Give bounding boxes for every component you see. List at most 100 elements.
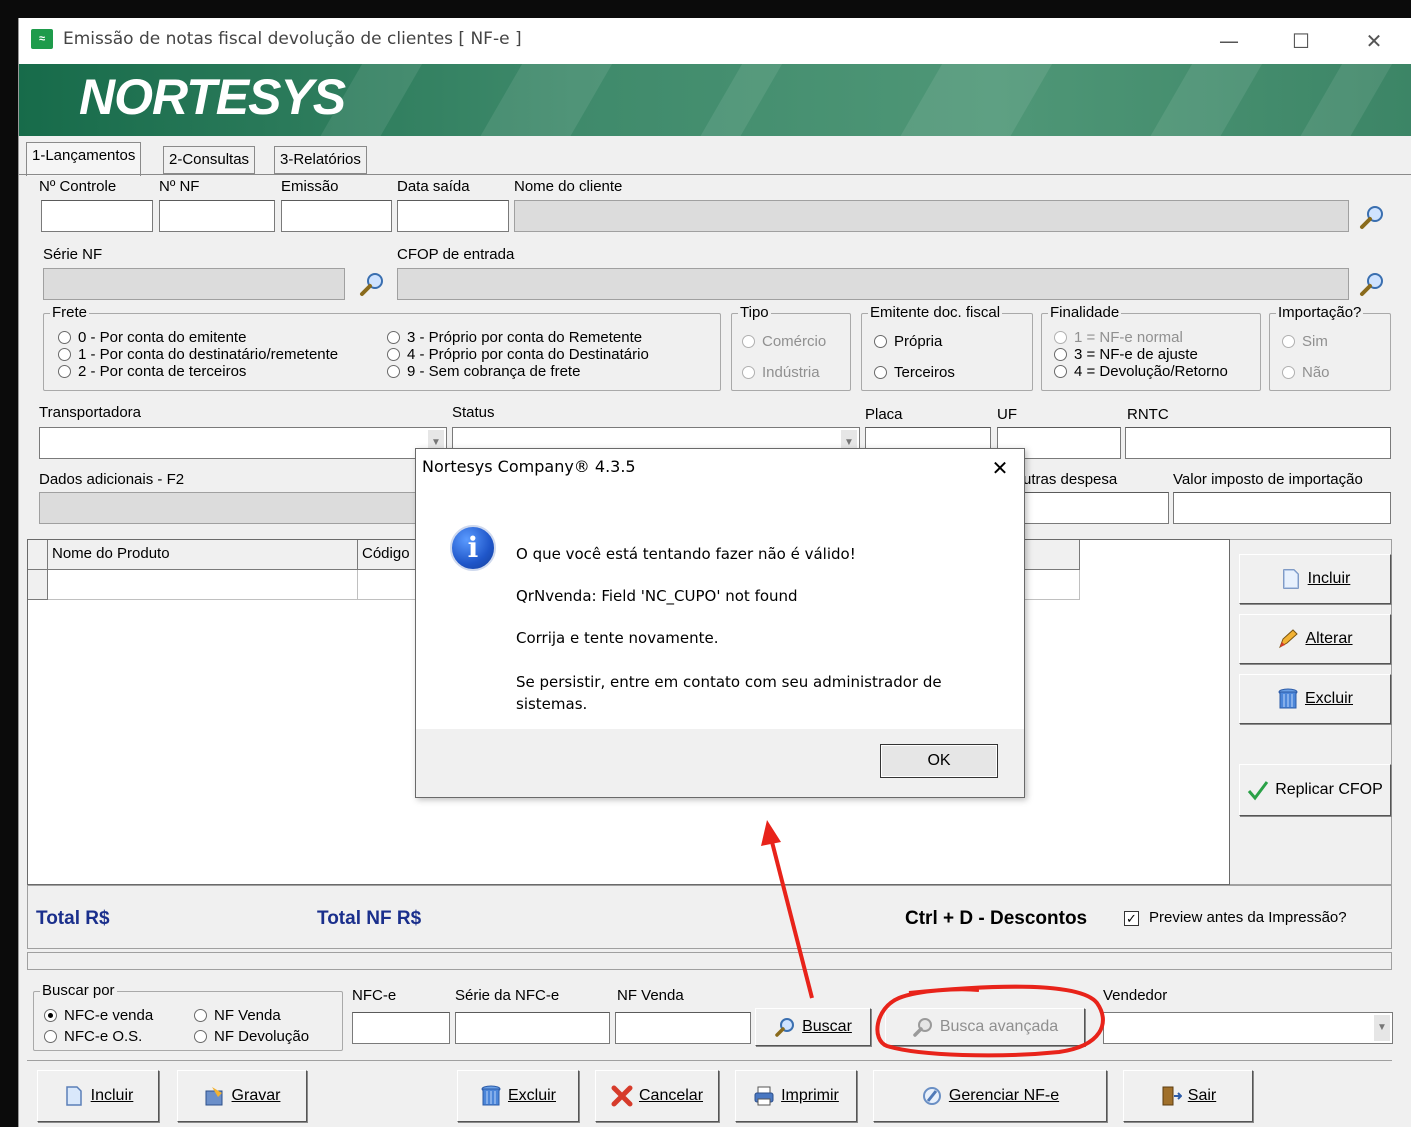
finalidade-devolucao-radio[interactable]: 4 = Devolução/Retorno — [1054, 362, 1228, 381]
label-uf: UF — [997, 406, 1017, 423]
ok-button[interactable]: OK — [880, 744, 998, 778]
maximize-button[interactable]: ☐ — [1271, 22, 1331, 60]
importacao-group: Importação? Sim Não — [1269, 304, 1391, 391]
cancelar-button[interactable]: Cancelar — [595, 1070, 719, 1122]
grid-corner — [28, 540, 48, 570]
dialog-title: Nortesys Company® 4.3.5 — [422, 457, 636, 476]
incluir-item-button[interactable]: Incluir — [1239, 554, 1391, 604]
checkmark-icon — [1248, 781, 1269, 801]
label-rntc: RNTC — [1127, 406, 1169, 423]
frete-option-1[interactable]: 1 - Por conta do destinatário/remetente — [58, 345, 338, 364]
label-outras-despesa: utras despesa — [1023, 471, 1118, 488]
new-document-icon — [1282, 569, 1299, 589]
search-cliente-icon[interactable] — [1359, 204, 1385, 230]
excluir-item-button[interactable]: Excluir — [1239, 674, 1391, 724]
imprimir-button[interactable]: Imprimir — [735, 1070, 857, 1122]
incluir-button[interactable]: Incluir — [37, 1070, 159, 1122]
label-nf-venda: NF Venda — [617, 987, 684, 1004]
cancel-x-icon — [611, 1085, 633, 1107]
tipo-title: Tipo — [738, 304, 771, 321]
serie-nf-input — [43, 268, 345, 300]
emitente-group: Emitente doc. fiscal Própria Terceiros — [861, 304, 1033, 391]
brand-banner: NORTESYS — [19, 64, 1411, 136]
close-window-button[interactable]: ✕ — [1344, 22, 1404, 60]
total-nf-label: Total NF R$ — [317, 908, 422, 929]
row-indicator — [28, 570, 48, 600]
emissao-input[interactable] — [281, 200, 392, 232]
emitente-terceiros-radio[interactable]: Terceiros — [874, 363, 955, 382]
valor-imposto-input[interactable] — [1173, 492, 1391, 524]
preview-checkbox[interactable]: ✓ — [1124, 911, 1139, 926]
dialog-close-button[interactable]: ✕ — [982, 453, 1018, 483]
sair-button[interactable]: Sair — [1123, 1070, 1253, 1122]
excluir-button[interactable]: Excluir — [457, 1070, 579, 1122]
title-bar: ≈ Emissão de notas fiscal devolução de c… — [19, 18, 1411, 64]
descontos-hint: Ctrl + D - Descontos — [905, 908, 1088, 929]
trash-icon — [481, 1085, 501, 1106]
importacao-nao-radio: Não — [1282, 363, 1330, 382]
frete-option-4[interactable]: 4 - Próprio por conta do Destinatário — [387, 345, 649, 364]
serie-nfce-input[interactable] — [455, 1012, 610, 1044]
emitente-propria-radio[interactable]: Própria — [874, 332, 955, 351]
busca-nfce-venda-radio[interactable]: NFC-e venda — [44, 1006, 153, 1025]
trash-icon — [1278, 688, 1298, 709]
emitente-title: Emitente doc. fiscal — [868, 304, 1003, 321]
rntc-input[interactable] — [1125, 427, 1391, 459]
pencil-icon — [1279, 629, 1299, 649]
buscar-button[interactable]: Buscar — [755, 1008, 871, 1046]
frete-option-9[interactable]: 9 - Sem cobrança de frete — [387, 362, 649, 381]
minimize-button[interactable]: — — [1199, 22, 1259, 60]
nome-cliente-input — [514, 200, 1349, 232]
n-nf-input[interactable] — [159, 200, 275, 232]
status-strip — [27, 952, 1392, 970]
save-icon — [205, 1087, 223, 1106]
main-window: ≈ Emissão de notas fiscal devolução de c… — [18, 18, 1411, 1127]
busca-nf-devolucao-radio[interactable]: NF Devolução — [194, 1027, 309, 1046]
label-emissao: Emissão — [281, 178, 339, 195]
label-serie-nfce: Série da NFC-e — [455, 987, 560, 1004]
dialog-message-2: QrNvenda: Field 'NC_CUPO' not found — [516, 587, 798, 605]
busca-avancada-button: Busca avançada — [885, 1008, 1085, 1046]
label-data-saida: Data saída — [397, 178, 470, 195]
transportadora-dropdown[interactable]: ▼ — [39, 427, 447, 459]
document-gear-icon — [922, 1087, 941, 1105]
search-icon — [775, 1018, 795, 1037]
chevron-down-icon: ▼ — [1374, 1015, 1390, 1041]
gerenciar-nfe-button[interactable]: Gerenciar NF-e — [873, 1070, 1107, 1122]
n-controle-input[interactable] — [41, 200, 153, 232]
column-nome-produto[interactable]: Nome do Produto — [48, 540, 358, 570]
nfce-input[interactable] — [352, 1012, 450, 1044]
busca-nfce-os-radio[interactable]: NFC-e O.S. — [44, 1027, 153, 1046]
vendedor-dropdown[interactable]: ▼ — [1103, 1012, 1393, 1044]
label-cfop-entrada: CFOP de entrada — [397, 246, 515, 263]
totals-bar: Total R$ Total NF R$ Ctrl + D - Desconto… — [27, 885, 1392, 949]
search-cfop-icon[interactable] — [1359, 271, 1385, 297]
tipo-group: Tipo Comércio Indústria — [731, 304, 851, 391]
frete-group: Frete 0 - Por conta do emitente 1 - Por … — [43, 304, 721, 391]
search-serie-icon[interactable] — [359, 271, 385, 297]
label-nfce: NFC-e — [352, 987, 397, 1004]
label-n-nf: Nº NF — [159, 178, 200, 195]
gravar-button[interactable]: Gravar — [177, 1070, 307, 1122]
tab-lancamentos[interactable]: 1-Lançamentos — [26, 142, 142, 176]
cfop-entrada-input — [397, 268, 1349, 300]
label-status: Status — [452, 404, 495, 421]
importacao-title: Importação? — [1276, 304, 1364, 321]
finalidade-title: Finalidade — [1048, 304, 1122, 321]
busca-nf-venda-radio[interactable]: NF Venda — [194, 1006, 309, 1025]
frete-option-3[interactable]: 3 - Próprio por conta do Remetente — [387, 328, 649, 347]
frete-option-2[interactable]: 2 - Por conta de terceiros — [58, 362, 338, 381]
replicar-cfop-button[interactable]: Replicar CFOP — [1239, 764, 1391, 816]
label-vendedor: Vendedor — [1103, 987, 1168, 1004]
nf-venda-input[interactable] — [615, 1012, 751, 1044]
tab-relatorios[interactable]: 3-Relatórios — [274, 146, 367, 174]
outras-despesa-input[interactable] — [1023, 492, 1169, 524]
dialog-message-1: O que você está tentando fazer não é vál… — [516, 545, 856, 563]
tipo-industria-radio: Indústria — [742, 363, 826, 382]
data-saida-input[interactable] — [397, 200, 509, 232]
tab-consultas[interactable]: 2-Consultas — [163, 146, 256, 174]
alterar-item-button[interactable]: Alterar — [1239, 614, 1391, 664]
dialog-footer: OK — [416, 729, 1024, 797]
table-cell[interactable] — [48, 570, 358, 600]
label-nome-cliente: Nome do cliente — [514, 178, 623, 195]
